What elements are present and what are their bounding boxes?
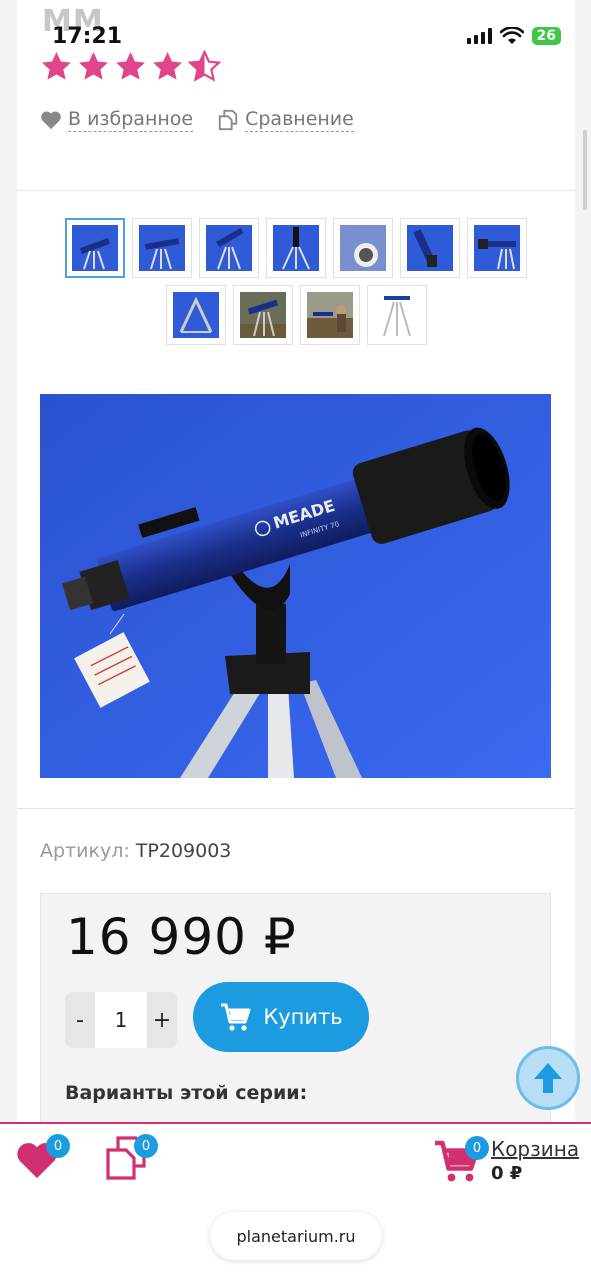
qty-decrease-button[interactable]: - [65,992,95,1048]
quantity-stepper: - 1 + [65,992,177,1048]
product-main-image[interactable]: MEADE INFINITY 70 [40,394,551,778]
price-box: 16 990 ₽ - 1 + Купить Варианты этой сери… [40,893,551,1153]
thumbnail[interactable] [333,218,393,278]
compare-link[interactable]: Сравнение [217,107,354,132]
bottom-bar: 0 0 0 Корзина 0 ₽ planetarium.ru [0,1122,591,1280]
thumbnail[interactable] [199,218,259,278]
thumbnail-row [17,218,575,278]
browser-url-bar[interactable]: planetarium.ru [210,1212,382,1260]
signal-icon [466,28,492,44]
thumbnail[interactable] [366,285,427,345]
cart-bar-button[interactable]: 0 [432,1136,489,1188]
cart-sum: 0 ₽ [491,1163,523,1184]
status-icons: 26 [466,27,561,45]
thumbnail[interactable] [65,218,125,278]
thumbnail[interactable] [299,285,360,345]
thumbnail[interactable] [132,218,192,278]
cart-summary[interactable]: Корзина 0 ₽ [491,1137,579,1184]
wifi-icon [499,27,524,44]
qty-increase-button[interactable]: + [147,992,177,1048]
status-bar: 17:21 26 [0,0,591,56]
thumbnail-row [17,285,575,345]
product-actions: В избранное Сравнение [40,107,354,132]
arrow-up-icon [534,1063,562,1093]
battery-icon: 26 [531,27,561,45]
compare-icon [218,109,238,130]
cart-label: Корзина [491,1137,580,1161]
divider [17,190,575,191]
product-price: 16 990 ₽ [66,908,297,966]
qty-input[interactable]: 1 [95,992,147,1048]
favorites-label: В избранное [68,108,194,132]
favorites-count-badge: 0 [46,1134,70,1158]
heart-icon [41,111,61,129]
scrollbar[interactable] [583,130,587,210]
status-time: 17:21 [52,24,123,49]
thumbnail[interactable] [266,218,326,278]
buy-button[interactable]: Купить [193,982,369,1052]
favorites-bar-button[interactable]: 0 [14,1134,70,1184]
compare-label: Сравнение [245,108,354,132]
compare-bar-button[interactable]: 0 [102,1134,158,1186]
cart-count-badge: 0 [465,1136,489,1160]
thumbnail[interactable] [467,218,527,278]
buy-button-label: Купить [263,1005,343,1029]
thumbnail[interactable] [232,285,293,345]
cart-icon [221,1003,251,1031]
sku-line: Артикул: TP209003 [40,840,231,862]
add-to-favorites-link[interactable]: В избранное [40,107,194,132]
thumbnail[interactable] [400,218,460,278]
scroll-to-top-button[interactable] [516,1046,580,1110]
sku-value: TP209003 [135,840,232,862]
compare-count-badge: 0 [134,1134,158,1158]
sku-label: Артикул: [40,840,130,862]
divider [17,808,575,809]
variants-heading: Варианты этой серии: [65,1082,308,1104]
thumbnail[interactable] [165,285,226,345]
